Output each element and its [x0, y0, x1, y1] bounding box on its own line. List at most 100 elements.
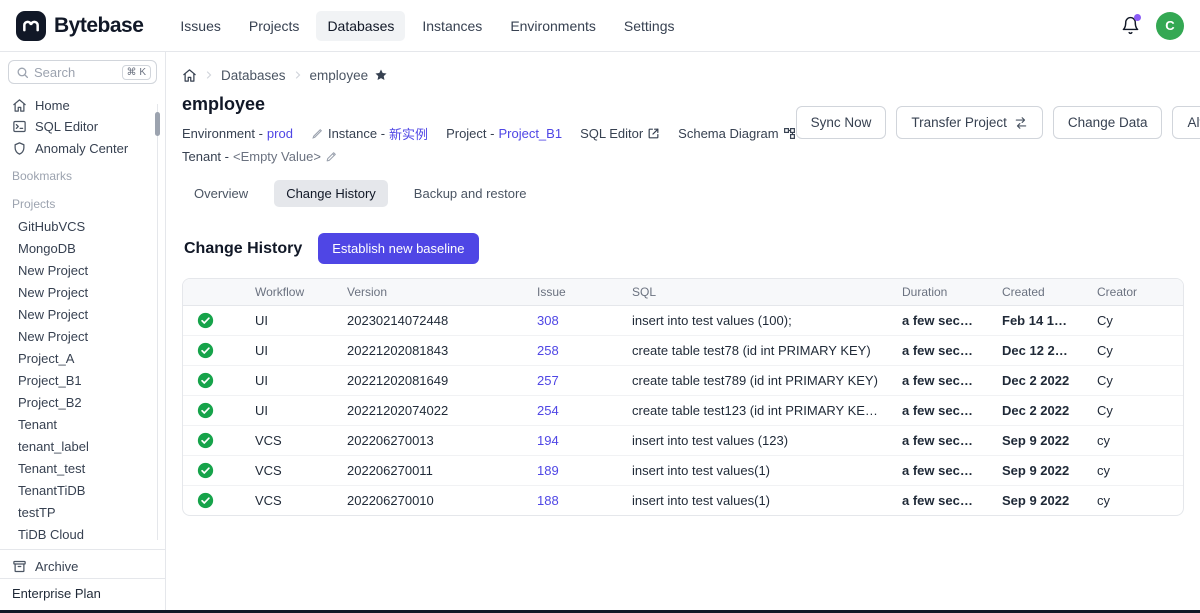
cell-created: Feb 14 15:32 — [990, 306, 1085, 336]
table-row[interactable]: VCS 202206270010 188 insert into test va… — [183, 486, 1183, 516]
schema-diagram-icon — [783, 127, 796, 140]
alter-schema-button[interactable]: Alter Schema — [1172, 106, 1200, 139]
page-header-left: employee Environment - prod Instance - 新… — [182, 94, 796, 164]
app-window: Bytebase Issues Projects Databases Insta… — [0, 0, 1200, 613]
sidebar-project-item[interactable]: MongoDB — [0, 237, 165, 259]
tab-change-history[interactable]: Change History — [274, 180, 388, 207]
bookmark-star-icon[interactable] — [374, 68, 388, 82]
col-header-sql: SQL — [620, 279, 890, 306]
sidebar-project-item[interactable]: Project_B2 — [0, 391, 165, 413]
cell-created: Dec 2 2022 — [990, 396, 1085, 426]
nav-item-projects[interactable]: Projects — [238, 11, 311, 41]
sidebar-project-item[interactable]: Tenant — [0, 413, 165, 435]
sidebar-project-item[interactable]: GitHubVCS — [0, 215, 165, 237]
meta-environment: Environment - prod — [182, 126, 293, 141]
success-check-icon — [197, 462, 214, 479]
sync-now-button[interactable]: Sync Now — [796, 106, 887, 139]
breadcrumb-item-databases[interactable]: Databases — [221, 68, 286, 83]
cell-sql: insert into test values (100); — [620, 306, 890, 336]
nav-item-settings[interactable]: Settings — [613, 11, 686, 41]
instance-link[interactable]: 新实例 — [389, 124, 428, 143]
breadcrumb-item-employee[interactable]: employee — [310, 68, 369, 83]
sidebar-project-item[interactable]: New Project — [0, 325, 165, 347]
sidebar-item-sql-editor[interactable]: SQL Editor — [0, 116, 165, 138]
transfer-arrows-icon — [1014, 116, 1028, 130]
cell-sql: insert into test values(1) — [620, 456, 890, 486]
cell-workflow: UI — [243, 336, 335, 366]
search-box[interactable]: ⌘ K — [8, 60, 157, 84]
cell-duration: a few seconds — [890, 336, 990, 366]
environment-link[interactable]: prod — [267, 126, 293, 141]
cell-version: 20221202074022 — [335, 396, 525, 426]
cell-creator: Cy — [1085, 396, 1183, 426]
col-header-version: Version — [335, 279, 525, 306]
meta-project: Project - Project_B1 — [446, 126, 562, 141]
success-check-icon — [197, 492, 214, 509]
establish-baseline-button[interactable]: Establish new baseline — [318, 233, 478, 264]
divider — [0, 549, 165, 550]
cell-created: Dec 2 2022 — [990, 366, 1085, 396]
meta-label: Instance - — [328, 126, 385, 141]
tab-backup-restore[interactable]: Backup and restore — [402, 180, 539, 207]
sidebar-project-item[interactable]: New Project — [0, 303, 165, 325]
top-bar: Bytebase Issues Projects Databases Insta… — [0, 0, 1200, 52]
bytebase-logo-icon — [16, 11, 46, 41]
page-header: employee Environment - prod Instance - 新… — [182, 94, 1184, 164]
cell-sql: create table test789 (id int PRIMARY KEY… — [620, 366, 890, 396]
issue-link[interactable]: 258 — [537, 343, 559, 358]
sidebar-item-home[interactable]: Home — [0, 94, 165, 116]
nav-item-issues[interactable]: Issues — [169, 11, 231, 41]
sidebar-project-item[interactable]: testTP — [0, 501, 165, 523]
meta-label: SQL Editor — [580, 126, 643, 141]
nav-item-environments[interactable]: Environments — [499, 11, 607, 41]
change-data-button[interactable]: Change Data — [1053, 106, 1163, 139]
issue-link[interactable]: 257 — [537, 373, 559, 388]
cell-workflow: VCS — [243, 456, 335, 486]
brand[interactable]: Bytebase — [16, 11, 143, 41]
user-avatar[interactable]: C — [1156, 12, 1184, 40]
table-row[interactable]: UI 20221202081843 258 create table test7… — [183, 336, 1183, 366]
edit-pencil-icon[interactable] — [325, 150, 338, 163]
project-link[interactable]: Project_B1 — [498, 126, 562, 141]
cell-sql: create table test123 (id int PRIMARY KEY… — [620, 396, 890, 426]
table-row[interactable]: UI 20221202074022 254 create table test1… — [183, 396, 1183, 426]
issue-link[interactable]: 254 — [537, 403, 559, 418]
chevron-right-icon — [203, 69, 215, 81]
sidebar-project-item[interactable]: TenantTiDB — [0, 479, 165, 501]
sidebar-scrollbar-thumb[interactable] — [155, 112, 160, 136]
sidebar-project-item[interactable]: TiDB Cloud — [0, 523, 165, 545]
cell-sql: insert into test values(1) — [620, 486, 890, 516]
issue-link[interactable]: 188 — [537, 493, 559, 508]
col-header-status — [183, 279, 243, 306]
search-input[interactable] — [34, 65, 117, 80]
project-list: GitHubVCS MongoDB New Project New Projec… — [0, 215, 165, 545]
sidebar-item-archive[interactable]: Archive — [0, 554, 165, 578]
meta-label: Tenant - — [182, 149, 229, 164]
nav-item-databases[interactable]: Databases — [316, 11, 405, 41]
sidebar-item-anomaly-center[interactable]: Anomaly Center — [0, 137, 165, 159]
issue-link[interactable]: 194 — [537, 433, 559, 448]
sidebar-project-item[interactable]: Project_A — [0, 347, 165, 369]
sidebar-project-item[interactable]: New Project — [0, 281, 165, 303]
table-row[interactable]: UI 20230214072448 308 insert into test v… — [183, 306, 1183, 336]
success-check-icon — [197, 342, 214, 359]
cell-duration: a few seconds — [890, 306, 990, 336]
sidebar-project-item[interactable]: Project_B1 — [0, 369, 165, 391]
sidebar-project-item[interactable]: Tenant_test — [0, 457, 165, 479]
shield-icon — [12, 141, 27, 156]
table-row[interactable]: VCS 202206270011 189 insert into test va… — [183, 456, 1183, 486]
table-row[interactable]: VCS 202206270013 194 insert into test va… — [183, 426, 1183, 456]
sidebar-project-item[interactable]: New Project — [0, 259, 165, 281]
sidebar-project-item[interactable]: tenant_label — [0, 435, 165, 457]
tab-overview[interactable]: Overview — [182, 180, 260, 207]
transfer-project-button[interactable]: Transfer Project — [896, 106, 1043, 139]
meta-schema-diagram[interactable]: Schema Diagram — [678, 126, 795, 141]
main-content: Databases employee employee Environment … — [166, 52, 1200, 610]
issue-link[interactable]: 189 — [537, 463, 559, 478]
breadcrumb-home-icon[interactable] — [182, 68, 197, 83]
table-row[interactable]: UI 20221202081649 257 create table test7… — [183, 366, 1183, 396]
issue-link[interactable]: 308 — [537, 313, 559, 328]
meta-sql-editor[interactable]: SQL Editor — [580, 126, 660, 141]
notifications-button[interactable] — [1121, 16, 1140, 35]
nav-item-instances[interactable]: Instances — [411, 11, 493, 41]
